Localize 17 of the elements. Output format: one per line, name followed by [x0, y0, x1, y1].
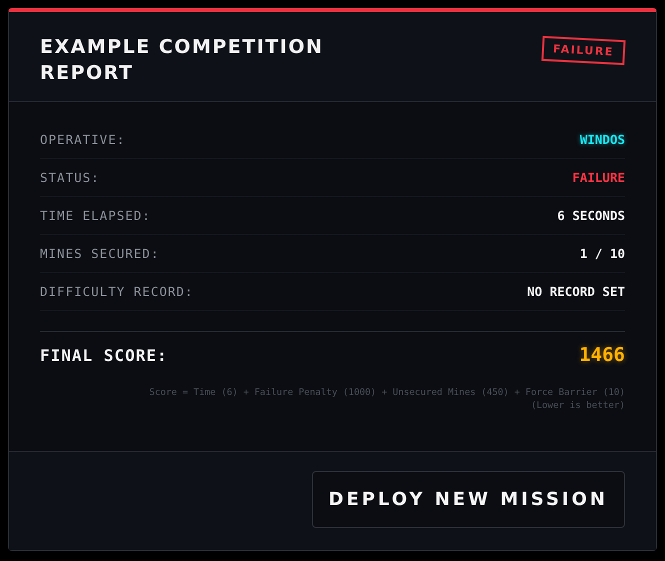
stat-label: DIFFICULTY RECORD:	[40, 284, 194, 299]
score-formula: Score = Time (6) + Failure Penalty (1000) + Unsecured Mines (450) + Force Barrier (10)	[148, 386, 625, 399]
score-formula: (Lower is better)	[530, 399, 625, 412]
stat-value: WINDOS	[580, 132, 625, 147]
stat-label: TIME ELAPSED:	[40, 208, 151, 223]
stat-value: NO RECORD SET	[527, 284, 625, 299]
stat-label: STATUS:	[40, 170, 100, 185]
stat-value: 6 SECONDS	[557, 208, 625, 223]
stat-label: MINES SECURED:	[40, 246, 160, 261]
stat-value: 1 / 10	[580, 246, 625, 261]
status-stamp: FAILURE	[542, 36, 626, 66]
report-title: EXAMPLE COMPETITION REPORT	[40, 35, 324, 86]
final-score-label: FINAL SCORE:	[40, 346, 168, 364]
stat-label: OPERATIVE:	[40, 132, 126, 147]
deploy-button[interactable]: DEPLOY NEW MISSION	[312, 470, 625, 528]
stat-value: FAILURE	[572, 170, 625, 185]
final-score-value: 1466	[579, 344, 625, 366]
